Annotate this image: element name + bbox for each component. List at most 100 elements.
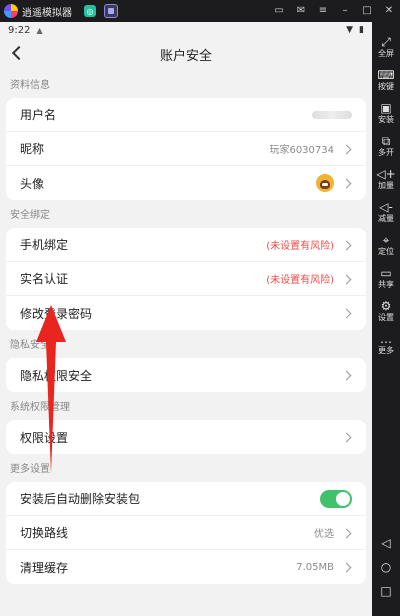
auto-delete-row: 安装后自动删除安装包 xyxy=(6,482,366,516)
username-row: 用户名 xyxy=(6,98,366,132)
location-pin-icon: ⌖ xyxy=(382,233,390,247)
apk-icon: ▣ xyxy=(380,101,392,115)
section-label-more: 更多设置 xyxy=(10,464,50,475)
page-title: 账户安全 xyxy=(159,48,212,64)
system-card: 权限设置 xyxy=(6,420,366,454)
emulator-sidebar: ⤢ 全屏 ⌨ 按键 ▣ 安装 ⧉ 多开 ◁+ 加量 ◁- 减量 ⌖ 定位 ▭ 共享 ⚙ 设置 … 更… xyxy=(372,22,400,616)
close-icon[interactable]: ✕ xyxy=(382,4,396,18)
chevron-right-icon xyxy=(342,528,352,538)
chevron-right-icon xyxy=(342,274,352,284)
status-time: 9:22 xyxy=(8,24,31,36)
phone-screen: 9:22 ▲ ▼ ▮ 账户安全 资料信息 用户名 昵称 玩家6030734 头像… xyxy=(0,22,372,616)
volume-up-icon: ◁+ xyxy=(376,167,396,181)
privacy-permission-label: 隐私权限安全 xyxy=(20,368,93,383)
profile-card: 用户名 昵称 玩家6030734 头像 xyxy=(6,98,366,200)
menu-icon[interactable]: ≡ xyxy=(316,4,330,18)
security-card: 手机绑定 (未设置有风险) 实名认证 (未设置有风险) 修改登录密码 xyxy=(6,228,366,330)
username-value-redacted xyxy=(312,110,352,119)
battery-icon: ▮ xyxy=(359,25,364,35)
emulator-logo-icon xyxy=(4,4,18,18)
auto-delete-label: 安装后自动删除安装包 xyxy=(20,492,141,506)
gear-icon: ⚙ xyxy=(380,299,392,313)
location-button[interactable]: ⌖ 定位 xyxy=(372,234,400,257)
mail-icon[interactable]: ✉ xyxy=(294,4,308,18)
monitor-icon[interactable]: ▭ xyxy=(272,4,286,18)
location-label: 定位 xyxy=(378,247,394,256)
multi-window-icon: ⧉ xyxy=(381,134,391,148)
multi-instance-button[interactable]: ⧉ 多开 xyxy=(372,135,400,158)
volume-down-label: 减量 xyxy=(378,214,394,223)
chevron-right-icon xyxy=(342,562,352,572)
privacy-permission-row[interactable]: 隐私权限安全 xyxy=(6,358,366,392)
auto-delete-toggle[interactable] xyxy=(320,489,352,508)
multi-instance-label: 多开 xyxy=(378,148,394,157)
chevron-right-icon xyxy=(342,370,352,380)
emulator-titlebar: 逍遥模拟器 ◎ ▭ ✉ ≡ – □ ✕ xyxy=(0,0,400,22)
nav-home-icon[interactable]: ○ xyxy=(372,560,400,574)
more-card: 安装后自动删除安装包 切换路线 优选 清理缓存 7.05MB xyxy=(6,482,366,584)
ellipsis-icon: … xyxy=(380,332,392,346)
phone-binding-label: 手机绑定 xyxy=(20,238,69,252)
share-label: 共享 xyxy=(378,280,394,289)
back-arrow-icon[interactable] xyxy=(10,44,26,60)
switch-route-row[interactable]: 切换路线 优选 xyxy=(6,516,366,550)
chevron-right-icon xyxy=(342,308,352,318)
nav-recents-icon[interactable]: □ xyxy=(372,584,400,598)
clear-cache-row[interactable]: 清理缓存 7.05MB xyxy=(6,550,366,584)
section-label-system: 系统权限管理 xyxy=(10,402,70,413)
volume-up-label: 加量 xyxy=(378,181,394,190)
avatar-label: 头像 xyxy=(20,176,45,191)
chevron-right-icon xyxy=(342,240,352,250)
page-header: 账户安全 xyxy=(0,38,372,70)
nickname-label: 昵称 xyxy=(20,142,45,156)
avatar xyxy=(316,174,334,192)
nickname-row[interactable]: 昵称 玩家6030734 xyxy=(6,132,366,166)
realname-verification-row[interactable]: 实名认证 (未设置有风险) xyxy=(6,262,366,296)
install-label: 安装 xyxy=(378,115,394,124)
more-button[interactable]: … 更多 xyxy=(372,333,400,356)
active-app-tab-icon[interactable] xyxy=(104,4,118,18)
section-label-profile: 资料信息 xyxy=(10,80,50,91)
install-button[interactable]: ▣ 安装 xyxy=(372,102,400,125)
keymap-label: 按键 xyxy=(378,82,394,91)
change-password-row[interactable]: 修改登录密码 xyxy=(6,296,366,330)
permission-settings-label: 权限设置 xyxy=(20,430,69,445)
keyboard-icon: ⌨ xyxy=(377,68,395,82)
section-label-security: 安全绑定 xyxy=(10,210,50,221)
volume-down-icon: ◁- xyxy=(379,200,393,214)
username-label: 用户名 xyxy=(20,108,57,122)
notification-icon: ▲ xyxy=(36,25,43,35)
status-bar: 9:22 ▲ ▼ ▮ xyxy=(0,22,372,38)
chevron-right-icon xyxy=(342,144,352,154)
app-tab-icon[interactable]: ◎ xyxy=(84,5,96,17)
fullscreen-icon: ⤢ xyxy=(381,35,391,49)
realname-verification-label: 实名认证 xyxy=(20,272,69,286)
more-label: 更多 xyxy=(378,346,394,355)
fullscreen-button[interactable]: ⤢ 全屏 xyxy=(372,36,400,59)
maximize-icon[interactable]: □ xyxy=(360,4,374,18)
volume-up-button[interactable]: ◁+ 加量 xyxy=(372,168,400,191)
wifi-icon: ▼ xyxy=(346,25,354,35)
realname-verification-status: (未设置有风险) xyxy=(266,275,334,286)
folder-icon: ▭ xyxy=(380,266,392,280)
nav-back-icon[interactable]: ◁ xyxy=(372,536,400,550)
chevron-right-icon xyxy=(342,432,352,442)
avatar-row[interactable]: 头像 xyxy=(6,166,366,200)
minimize-icon[interactable]: – xyxy=(338,4,352,18)
emulator-title: 逍遥模拟器 xyxy=(22,7,72,19)
settings-button[interactable]: ⚙ 设置 xyxy=(372,300,400,323)
settings-label: 设置 xyxy=(378,313,394,322)
section-label-privacy: 隐私安全 xyxy=(10,340,50,351)
phone-binding-status: (未设置有风险) xyxy=(266,241,334,252)
phone-binding-row[interactable]: 手机绑定 (未设置有风险) xyxy=(6,228,366,262)
chevron-right-icon xyxy=(342,178,352,188)
permission-settings-row[interactable]: 权限设置 xyxy=(6,420,366,454)
share-button[interactable]: ▭ 共享 xyxy=(372,267,400,290)
privacy-card: 隐私权限安全 xyxy=(6,358,366,392)
clear-cache-value: 7.05MB xyxy=(296,561,334,573)
volume-down-button[interactable]: ◁- 减量 xyxy=(372,201,400,224)
clear-cache-label: 清理缓存 xyxy=(20,560,69,575)
change-password-label: 修改登录密码 xyxy=(20,306,93,321)
nickname-value: 玩家6030734 xyxy=(269,145,334,156)
keymap-button[interactable]: ⌨ 按键 xyxy=(372,69,400,92)
